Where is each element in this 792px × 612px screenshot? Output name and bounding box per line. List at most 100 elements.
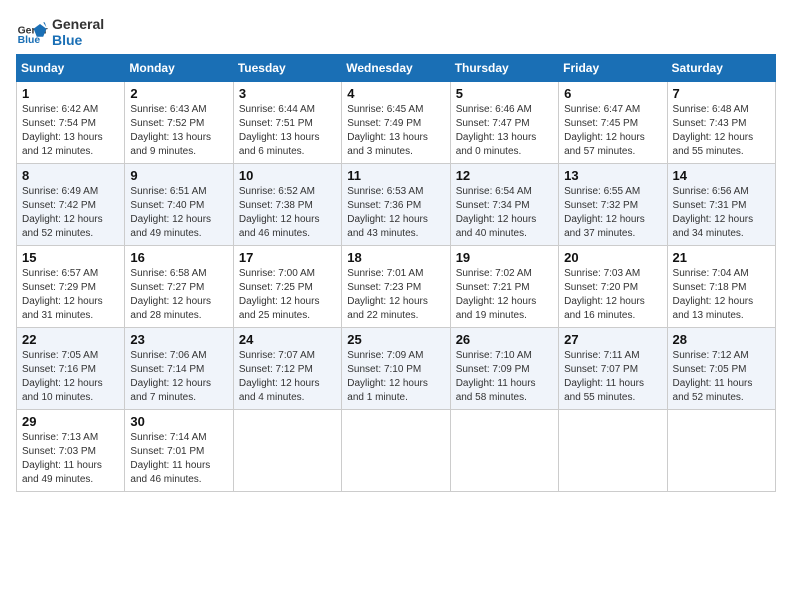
calendar-cell: 16 Sunrise: 6:58 AMSunset: 7:27 PMDayligh… <box>125 246 233 328</box>
day-info: Sunrise: 7:14 AMSunset: 7:01 PMDaylight:… <box>130 431 227 487</box>
day-info: Sunrise: 6:58 AMSunset: 7:27 PMDaylight:… <box>130 267 227 323</box>
day-number: 26 <box>456 332 553 347</box>
day-info: Sunrise: 7:09 AMSunset: 7:10 PMDaylight:… <box>347 349 444 405</box>
day-number: 9 <box>130 168 227 183</box>
calendar-cell: 28 Sunrise: 7:12 AMSunset: 7:05 PMDayligh… <box>667 328 775 410</box>
weekday-thursday: Thursday <box>450 55 558 82</box>
day-number: 14 <box>673 168 770 183</box>
day-info: Sunrise: 6:44 AMSunset: 7:51 PMDaylight:… <box>239 103 336 159</box>
day-number: 18 <box>347 250 444 265</box>
day-number: 13 <box>564 168 661 183</box>
calendar-cell: 23Sunrise: 7:06 AMSunset: 7:14 PMDayligh… <box>125 328 233 410</box>
day-number: 7 <box>673 86 770 101</box>
calendar-cell: 18 Sunrise: 7:01 AMSunset: 7:23 PMDayligh… <box>342 246 450 328</box>
day-number: 20 <box>564 250 661 265</box>
calendar-cell <box>559 410 667 492</box>
calendar-cell: 24 Sunrise: 7:07 AMSunset: 7:12 PMDayligh… <box>233 328 341 410</box>
day-info: Sunrise: 7:07 AMSunset: 7:12 PMDaylight:… <box>239 349 336 405</box>
day-number: 17 <box>239 250 336 265</box>
calendar-cell <box>450 410 558 492</box>
calendar-cell: 10Sunrise: 6:52 AMSunset: 7:38 PMDayligh… <box>233 164 341 246</box>
calendar-cell: 26 Sunrise: 7:10 AMSunset: 7:09 PMDayligh… <box>450 328 558 410</box>
day-number: 24 <box>239 332 336 347</box>
calendar-cell: 29 Sunrise: 7:13 AMSunset: 7:03 PMDayligh… <box>17 410 125 492</box>
day-info: Sunrise: 7:13 AMSunset: 7:03 PMDaylight:… <box>22 431 119 487</box>
day-number: 1 <box>22 86 119 101</box>
weekday-monday: Monday <box>125 55 233 82</box>
calendar-cell: 9 Sunrise: 6:51 AMSunset: 7:40 PMDaylight… <box>125 164 233 246</box>
day-info: Sunrise: 6:56 AMSunset: 7:31 PMDaylight:… <box>673 185 770 241</box>
day-info: Sunrise: 7:05 AMSunset: 7:16 PMDaylight:… <box>22 349 119 405</box>
calendar-cell: 21Sunrise: 7:04 AMSunset: 7:18 PMDayligh… <box>667 246 775 328</box>
day-info: Sunrise: 7:01 AMSunset: 7:23 PMDaylight:… <box>347 267 444 323</box>
calendar-cell: 11 Sunrise: 6:53 AMSunset: 7:36 PMDayligh… <box>342 164 450 246</box>
calendar-cell: 6 Sunrise: 6:47 AMSunset: 7:45 PMDaylight… <box>559 82 667 164</box>
calendar-body: 1 Sunrise: 6:42 AMSunset: 7:54 PMDaylight… <box>17 82 776 492</box>
page-header: General Blue General Blue <box>16 16 776 48</box>
day-number: 25 <box>347 332 444 347</box>
day-number: 8 <box>22 168 119 183</box>
day-number: 16 <box>130 250 227 265</box>
weekday-tuesday: Tuesday <box>233 55 341 82</box>
day-number: 29 <box>22 414 119 429</box>
day-number: 5 <box>456 86 553 101</box>
day-number: 12 <box>456 168 553 183</box>
day-info: Sunrise: 6:45 AMSunset: 7:49 PMDaylight:… <box>347 103 444 159</box>
calendar-cell: 13Sunrise: 6:55 AMSunset: 7:32 PMDayligh… <box>559 164 667 246</box>
calendar-cell: 1 Sunrise: 6:42 AMSunset: 7:54 PMDaylight… <box>17 82 125 164</box>
calendar-cell: 12Sunrise: 6:54 AMSunset: 7:34 PMDayligh… <box>450 164 558 246</box>
calendar-week-5: 29 Sunrise: 7:13 AMSunset: 7:03 PMDayligh… <box>17 410 776 492</box>
calendar-cell: 19 Sunrise: 7:02 AMSunset: 7:21 PMDayligh… <box>450 246 558 328</box>
day-info: Sunrise: 6:57 AMSunset: 7:29 PMDaylight:… <box>22 267 119 323</box>
logo-icon: General Blue <box>16 16 48 48</box>
weekday-friday: Friday <box>559 55 667 82</box>
calendar-cell: 30 Sunrise: 7:14 AMSunset: 7:01 PMDayligh… <box>125 410 233 492</box>
calendar-cell: 20 Sunrise: 7:03 AMSunset: 7:20 PMDayligh… <box>559 246 667 328</box>
day-info: Sunrise: 6:46 AMSunset: 7:47 PMDaylight:… <box>456 103 553 159</box>
day-number: 23 <box>130 332 227 347</box>
calendar-cell: 2Sunrise: 6:43 AMSunset: 7:52 PMDaylight… <box>125 82 233 164</box>
calendar-cell: 3Sunrise: 6:44 AMSunset: 7:51 PMDaylight… <box>233 82 341 164</box>
calendar-table: SundayMondayTuesdayWednesdayThursdayFrid… <box>16 54 776 492</box>
weekday-header-row: SundayMondayTuesdayWednesdayThursdayFrid… <box>17 55 776 82</box>
day-info: Sunrise: 7:03 AMSunset: 7:20 PMDaylight:… <box>564 267 661 323</box>
weekday-wednesday: Wednesday <box>342 55 450 82</box>
day-number: 22 <box>22 332 119 347</box>
day-info: Sunrise: 6:42 AMSunset: 7:54 PMDaylight:… <box>22 103 119 159</box>
weekday-saturday: Saturday <box>667 55 775 82</box>
day-info: Sunrise: 6:49 AMSunset: 7:42 PMDaylight:… <box>22 185 119 241</box>
day-number: 30 <box>130 414 227 429</box>
calendar-cell: 5 Sunrise: 6:46 AMSunset: 7:47 PMDaylight… <box>450 82 558 164</box>
day-info: Sunrise: 7:11 AMSunset: 7:07 PMDaylight:… <box>564 349 661 405</box>
calendar-week-3: 15 Sunrise: 6:57 AMSunset: 7:29 PMDayligh… <box>17 246 776 328</box>
day-info: Sunrise: 6:51 AMSunset: 7:40 PMDaylight:… <box>130 185 227 241</box>
day-info: Sunrise: 7:00 AMSunset: 7:25 PMDaylight:… <box>239 267 336 323</box>
logo: General Blue General Blue <box>16 16 104 48</box>
day-number: 6 <box>564 86 661 101</box>
calendar-cell: 15 Sunrise: 6:57 AMSunset: 7:29 PMDayligh… <box>17 246 125 328</box>
calendar-cell: 8 Sunrise: 6:49 AMSunset: 7:42 PMDaylight… <box>17 164 125 246</box>
calendar-cell: 27Sunrise: 7:11 AMSunset: 7:07 PMDayligh… <box>559 328 667 410</box>
calendar-week-2: 8 Sunrise: 6:49 AMSunset: 7:42 PMDaylight… <box>17 164 776 246</box>
calendar-cell <box>667 410 775 492</box>
calendar-cell <box>342 410 450 492</box>
calendar-cell: 22 Sunrise: 7:05 AMSunset: 7:16 PMDayligh… <box>17 328 125 410</box>
day-info: Sunrise: 6:48 AMSunset: 7:43 PMDaylight:… <box>673 103 770 159</box>
day-number: 21 <box>673 250 770 265</box>
svg-text:Blue: Blue <box>18 35 41 46</box>
day-info: Sunrise: 6:47 AMSunset: 7:45 PMDaylight:… <box>564 103 661 159</box>
day-info: Sunrise: 6:53 AMSunset: 7:36 PMDaylight:… <box>347 185 444 241</box>
day-number: 11 <box>347 168 444 183</box>
day-info: Sunrise: 7:02 AMSunset: 7:21 PMDaylight:… <box>456 267 553 323</box>
day-number: 19 <box>456 250 553 265</box>
day-number: 15 <box>22 250 119 265</box>
day-info: Sunrise: 7:10 AMSunset: 7:09 PMDaylight:… <box>456 349 553 405</box>
calendar-week-4: 22 Sunrise: 7:05 AMSunset: 7:16 PMDayligh… <box>17 328 776 410</box>
logo-name-blue: Blue <box>52 32 104 48</box>
calendar-cell: 4 Sunrise: 6:45 AMSunset: 7:49 PMDaylight… <box>342 82 450 164</box>
day-info: Sunrise: 7:12 AMSunset: 7:05 PMDaylight:… <box>673 349 770 405</box>
day-number: 4 <box>347 86 444 101</box>
calendar-week-1: 1 Sunrise: 6:42 AMSunset: 7:54 PMDaylight… <box>17 82 776 164</box>
day-number: 28 <box>673 332 770 347</box>
day-info: Sunrise: 6:52 AMSunset: 7:38 PMDaylight:… <box>239 185 336 241</box>
